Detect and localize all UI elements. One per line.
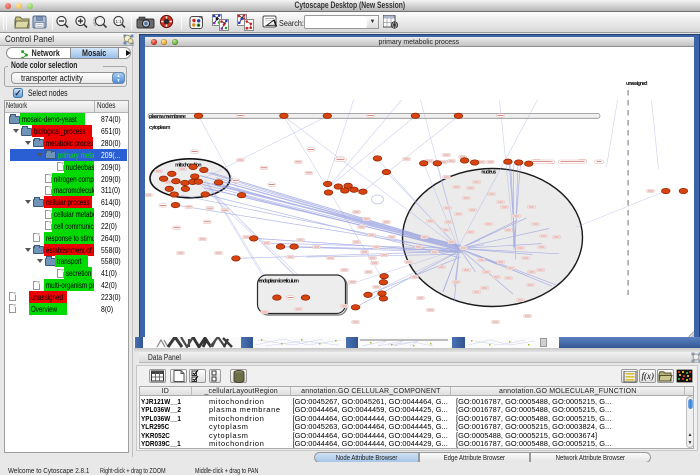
svg-text:1:1: 1:1 (116, 19, 123, 24)
svg-text:cytoplasm: cytoplasm (149, 125, 171, 131)
svg-text:plasma membrane: plasma membrane (149, 113, 186, 119)
svg-text:unassigned: unassigned (626, 81, 648, 87)
svg-text:nucleus: nucleus (481, 169, 496, 175)
svg-text:endoplasmic reticulum: endoplasmic reticulum (258, 278, 299, 284)
